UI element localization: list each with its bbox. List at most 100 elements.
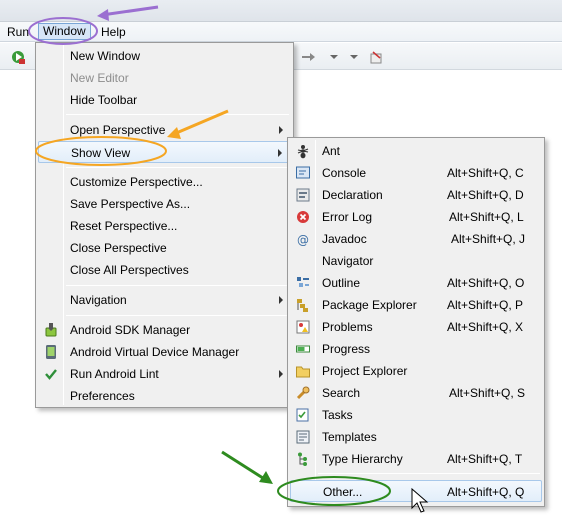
folder-icon (296, 366, 310, 378)
menu-item-label: New Editor (70, 71, 129, 85)
menu-item-close-all-perspectives[interactable]: Close All Perspectives (38, 259, 291, 281)
menu-item-label: Android Virtual Device Manager (70, 345, 240, 359)
menu-item-new-window[interactable]: New Window (38, 45, 291, 67)
menu-item-label: Customize Perspective... (70, 175, 203, 189)
title-strip (0, 0, 562, 22)
view-item-templates[interactable]: Templates (290, 426, 542, 448)
window-menu: New Window New Editor Hide Toolbar Open … (35, 42, 294, 408)
view-item-label: Javadoc (322, 232, 367, 246)
menu-bar: Run Window Help (0, 22, 562, 42)
menu-item-show-view[interactable]: Show View (38, 141, 291, 163)
ant-icon (297, 145, 309, 159)
forward-dropdown-icon[interactable] (346, 49, 362, 65)
view-item-label: Type Hierarchy (322, 452, 403, 466)
forward-icon[interactable] (300, 49, 316, 65)
view-item-label: Progress (322, 342, 371, 356)
view-item-label: Problems (322, 320, 373, 334)
menu-separator (66, 114, 289, 115)
view-item-label: Templates (322, 430, 377, 444)
menu-window[interactable]: Window (38, 23, 91, 40)
view-item-project-explorer[interactable]: Project Explorer (290, 360, 542, 382)
view-item-navigator[interactable]: Navigator (290, 250, 542, 272)
menu-item-label: Close Perspective (70, 241, 167, 255)
menu-item-navigation[interactable]: Navigation (38, 289, 291, 311)
problems-icon (296, 320, 310, 334)
view-item-error-log[interactable]: Error Log Alt+Shift+Q, L (290, 206, 542, 228)
menu-item-new-editor: New Editor (38, 67, 291, 89)
menu-item-reset-perspective[interactable]: Reset Perspective... (38, 215, 291, 237)
shortcut-text: Alt+Shift+Q, L (449, 210, 524, 224)
menu-item-label: Close All Perspectives (70, 263, 189, 277)
pin-editor-icon[interactable] (368, 49, 384, 65)
svg-text:@: @ (297, 233, 309, 247)
run-icon[interactable] (10, 49, 26, 65)
menu-item-android-sdk-manager[interactable]: Android SDK Manager (38, 319, 291, 341)
package-explorer-icon (297, 299, 308, 312)
menu-item-label: New Window (70, 49, 141, 63)
menu-item-hide-toolbar[interactable]: Hide Toolbar (38, 89, 291, 111)
view-item-type-hierarchy[interactable]: Type Hierarchy Alt+Shift+Q, T (290, 448, 542, 470)
submenu-arrow-icon (278, 149, 282, 157)
view-item-javadoc[interactable]: @ Javadoc Alt+Shift+Q, J (290, 228, 542, 250)
view-item-label: Outline (322, 276, 361, 290)
shortcut-text: Alt+Shift+Q, X (447, 320, 524, 334)
android-sdk-icon (45, 323, 57, 337)
menu-separator (66, 285, 289, 286)
menu-item-android-avd-manager[interactable]: Android Virtual Device Manager (38, 341, 291, 363)
menu-item-label: Open Perspective (70, 123, 166, 137)
menu-item-label: Reset Perspective... (70, 219, 178, 233)
menu-item-preferences[interactable]: Preferences (38, 385, 291, 407)
view-item-label: Tasks (322, 408, 353, 422)
menu-item-close-perspective[interactable]: Close Perspective (38, 237, 291, 259)
show-view-submenu: Ant Console Alt+Shift+Q, C Declaration A… (287, 137, 545, 507)
menu-item-run-android-lint[interactable]: Run Android Lint (38, 363, 291, 385)
green-arrow-icon (221, 450, 273, 484)
view-item-tasks[interactable]: Tasks (290, 404, 542, 426)
progress-icon (296, 345, 310, 353)
menu-item-open-perspective[interactable]: Open Perspective (38, 119, 291, 141)
view-item-search[interactable]: Search Alt+Shift+Q, S (290, 382, 542, 404)
menu-item-customize-perspective[interactable]: Customize Perspective... (38, 171, 291, 193)
view-item-label: Declaration (322, 188, 383, 202)
type-hierarchy-icon (298, 452, 307, 466)
menu-item-label: Hide Toolbar (70, 93, 138, 107)
view-item-declaration[interactable]: Declaration Alt+Shift+Q, D (290, 184, 542, 206)
view-item-console[interactable]: Console Alt+Shift+Q, C (290, 162, 542, 184)
submenu-arrow-icon (279, 370, 283, 378)
menu-help[interactable]: Help (98, 24, 129, 40)
view-item-label: Ant (322, 144, 341, 158)
declaration-icon (296, 188, 310, 202)
view-item-problems[interactable]: Problems Alt+Shift+Q, X (290, 316, 542, 338)
error-log-icon (297, 211, 309, 223)
view-item-label: Other... (323, 485, 363, 499)
view-item-label: Package Explorer (322, 298, 417, 312)
shortcut-text: Alt+Shift+Q, O (447, 276, 525, 290)
shortcut-text: Alt+Shift+Q, C (447, 166, 524, 180)
shortcut-text: Alt+Shift+Q, Q (447, 485, 525, 499)
menu-item-label: Show View (71, 146, 131, 160)
shortcut-text: Alt+Shift+Q, J (451, 232, 526, 246)
console-icon (296, 166, 310, 179)
view-item-outline[interactable]: Outline Alt+Shift+Q, O (290, 272, 542, 294)
submenu-arrow-icon (279, 126, 283, 134)
menu-separator (66, 167, 289, 168)
view-item-progress[interactable]: Progress (290, 338, 542, 360)
javadoc-icon: @ (297, 233, 309, 247)
shortcut-text: Alt+Shift+Q, S (449, 386, 526, 400)
shortcut-text: Alt+Shift+Q, D (447, 188, 524, 202)
search-icon (296, 386, 310, 400)
view-item-ant[interactable]: Ant (290, 140, 542, 162)
shortcut-text: Alt+Shift+Q, T (447, 452, 523, 466)
view-item-package-explorer[interactable]: Package Explorer Alt+Shift+Q, P (290, 294, 542, 316)
templates-icon (296, 430, 310, 444)
view-item-label: Navigator (322, 254, 374, 268)
shortcut-text: Alt+Shift+Q, P (447, 298, 524, 312)
view-item-other[interactable]: Other... Alt+Shift+Q, Q (290, 480, 542, 502)
back-dropdown-icon[interactable] (326, 49, 342, 65)
view-item-label: Console (322, 166, 367, 180)
checkmark-icon (45, 369, 57, 380)
menu-separator (66, 315, 289, 316)
menu-run[interactable]: Run (4, 24, 32, 40)
menu-item-save-perspective[interactable]: Save Perspective As... (38, 193, 291, 215)
outline-icon (297, 277, 309, 287)
